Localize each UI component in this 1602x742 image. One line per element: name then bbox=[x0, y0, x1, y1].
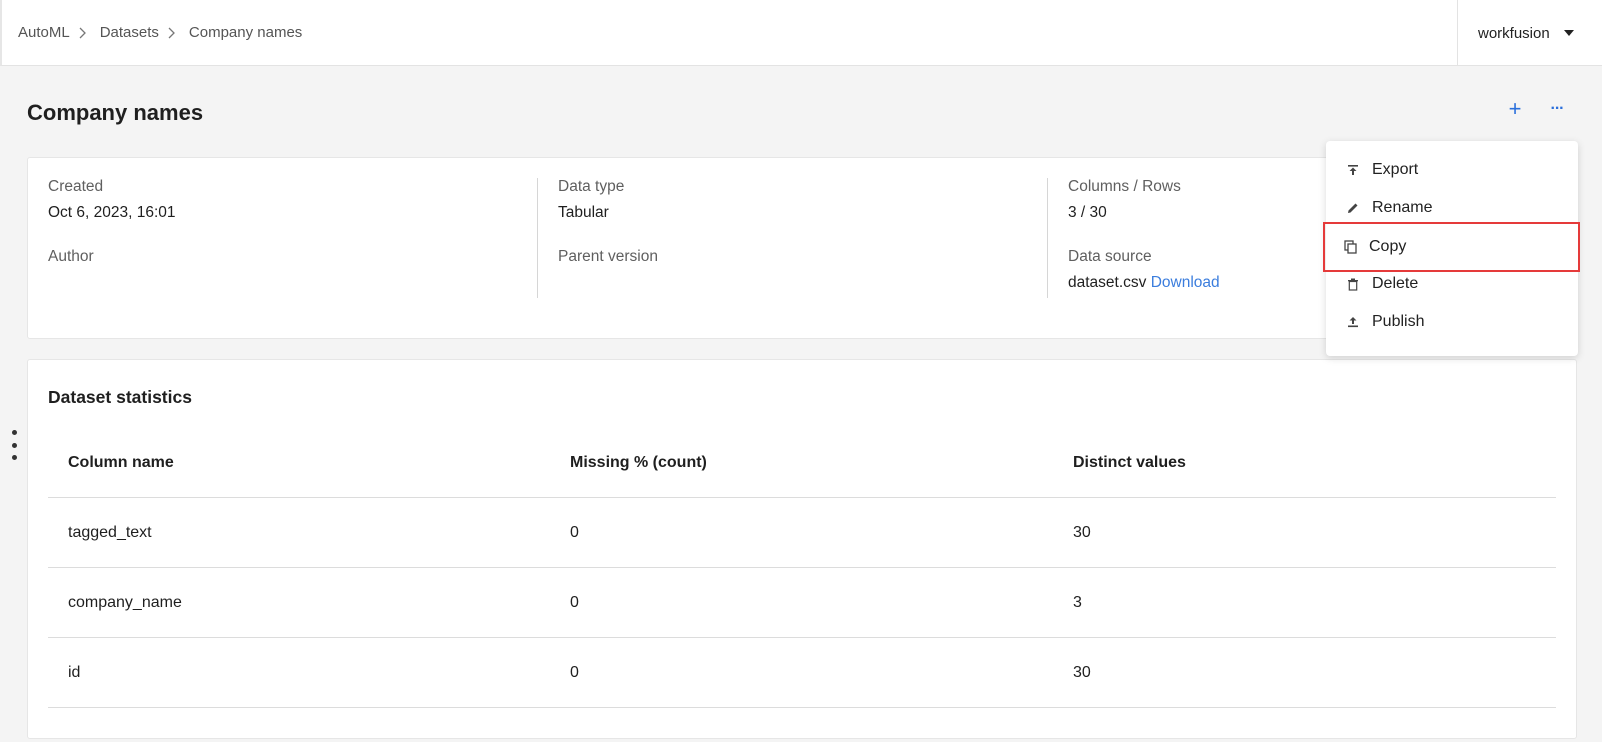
created-value: Oct 6, 2023, 16:01 bbox=[48, 204, 176, 221]
menu-item-rename[interactable]: Rename bbox=[1326, 190, 1578, 226]
menu-item-label: Copy bbox=[1369, 238, 1407, 255]
upload-icon bbox=[1346, 315, 1360, 329]
data-source-file: dataset.csv bbox=[1068, 274, 1147, 291]
chevron-right-icon bbox=[168, 26, 180, 40]
menu-item-publish[interactable]: Publish bbox=[1326, 304, 1578, 340]
cell-column-name: tagged_text bbox=[68, 523, 152, 541]
header-distinct: Distinct values bbox=[1073, 453, 1186, 471]
cell-column-name: id bbox=[68, 663, 81, 681]
user-menu[interactable]: workfusion bbox=[1457, 0, 1602, 66]
download-link[interactable]: Download bbox=[1151, 274, 1220, 291]
header-missing: Missing % (count) bbox=[570, 453, 707, 471]
cell-column-name: company_name bbox=[68, 593, 182, 611]
data-type-value: Tabular bbox=[558, 204, 609, 221]
stats-title: Dataset statistics bbox=[48, 387, 192, 407]
breadcrumb-current: Company names bbox=[188, 24, 303, 41]
dataset-statistics-card: Dataset statistics Column name Missing %… bbox=[27, 359, 1577, 739]
export-icon bbox=[1346, 163, 1360, 177]
breadcrumb: AutoML Datasets Company names bbox=[18, 24, 302, 41]
chevron-right-icon bbox=[79, 26, 91, 40]
menu-item-label: Export bbox=[1372, 161, 1419, 178]
trash-icon bbox=[1346, 277, 1360, 291]
cell-distinct: 3 bbox=[1073, 593, 1082, 611]
author-label: Author bbox=[48, 248, 94, 265]
page-title: Company names bbox=[27, 100, 204, 125]
cell-missing: 0 bbox=[570, 523, 579, 541]
more-options-menu: Export Rename Copy Delete Publish bbox=[1323, 141, 1580, 356]
data-type-label: Data type bbox=[558, 178, 625, 195]
menu-item-label: Rename bbox=[1372, 199, 1433, 216]
pencil-icon bbox=[1346, 201, 1360, 215]
menu-item-export[interactable]: Export bbox=[1326, 152, 1578, 188]
table-header-row: Column name Missing % (count) Distinct v… bbox=[48, 428, 1556, 498]
top-bar: AutoML Datasets Company names workfusion bbox=[0, 0, 1602, 66]
breadcrumb-automl[interactable]: AutoML bbox=[18, 24, 70, 41]
table-row: company_name 0 3 bbox=[48, 568, 1556, 638]
stats-table: Column name Missing % (count) Distinct v… bbox=[48, 428, 1556, 708]
menu-item-label: Delete bbox=[1372, 275, 1419, 292]
cell-missing: 0 bbox=[570, 593, 579, 611]
vertical-dots-handle-icon[interactable] bbox=[10, 430, 18, 460]
parent-version-label: Parent version bbox=[558, 248, 658, 265]
table-row: id 0 30 bbox=[48, 638, 1556, 708]
user-menu-label: workfusion bbox=[1478, 24, 1550, 42]
cell-missing: 0 bbox=[570, 663, 579, 681]
copy-icon bbox=[1343, 240, 1357, 254]
more-options-button[interactable]: ··· bbox=[1545, 98, 1569, 122]
menu-item-label: Publish bbox=[1372, 313, 1425, 330]
menu-item-delete[interactable]: Delete bbox=[1326, 266, 1578, 302]
cell-distinct: 30 bbox=[1073, 523, 1091, 541]
header-column-name: Column name bbox=[68, 453, 174, 471]
add-button[interactable]: + bbox=[1503, 98, 1527, 122]
caret-down-icon bbox=[1563, 30, 1574, 36]
cell-distinct: 30 bbox=[1073, 663, 1091, 681]
info-column-type: Data type Tabular Parent version bbox=[537, 178, 1017, 298]
table-row: tagged_text 0 30 bbox=[48, 498, 1556, 568]
created-label: Created bbox=[48, 178, 104, 195]
info-column-created: Created Oct 6, 2023, 16:01 Author bbox=[48, 178, 528, 298]
breadcrumb-datasets[interactable]: Datasets bbox=[100, 24, 159, 41]
menu-item-copy[interactable]: Copy bbox=[1323, 222, 1580, 272]
